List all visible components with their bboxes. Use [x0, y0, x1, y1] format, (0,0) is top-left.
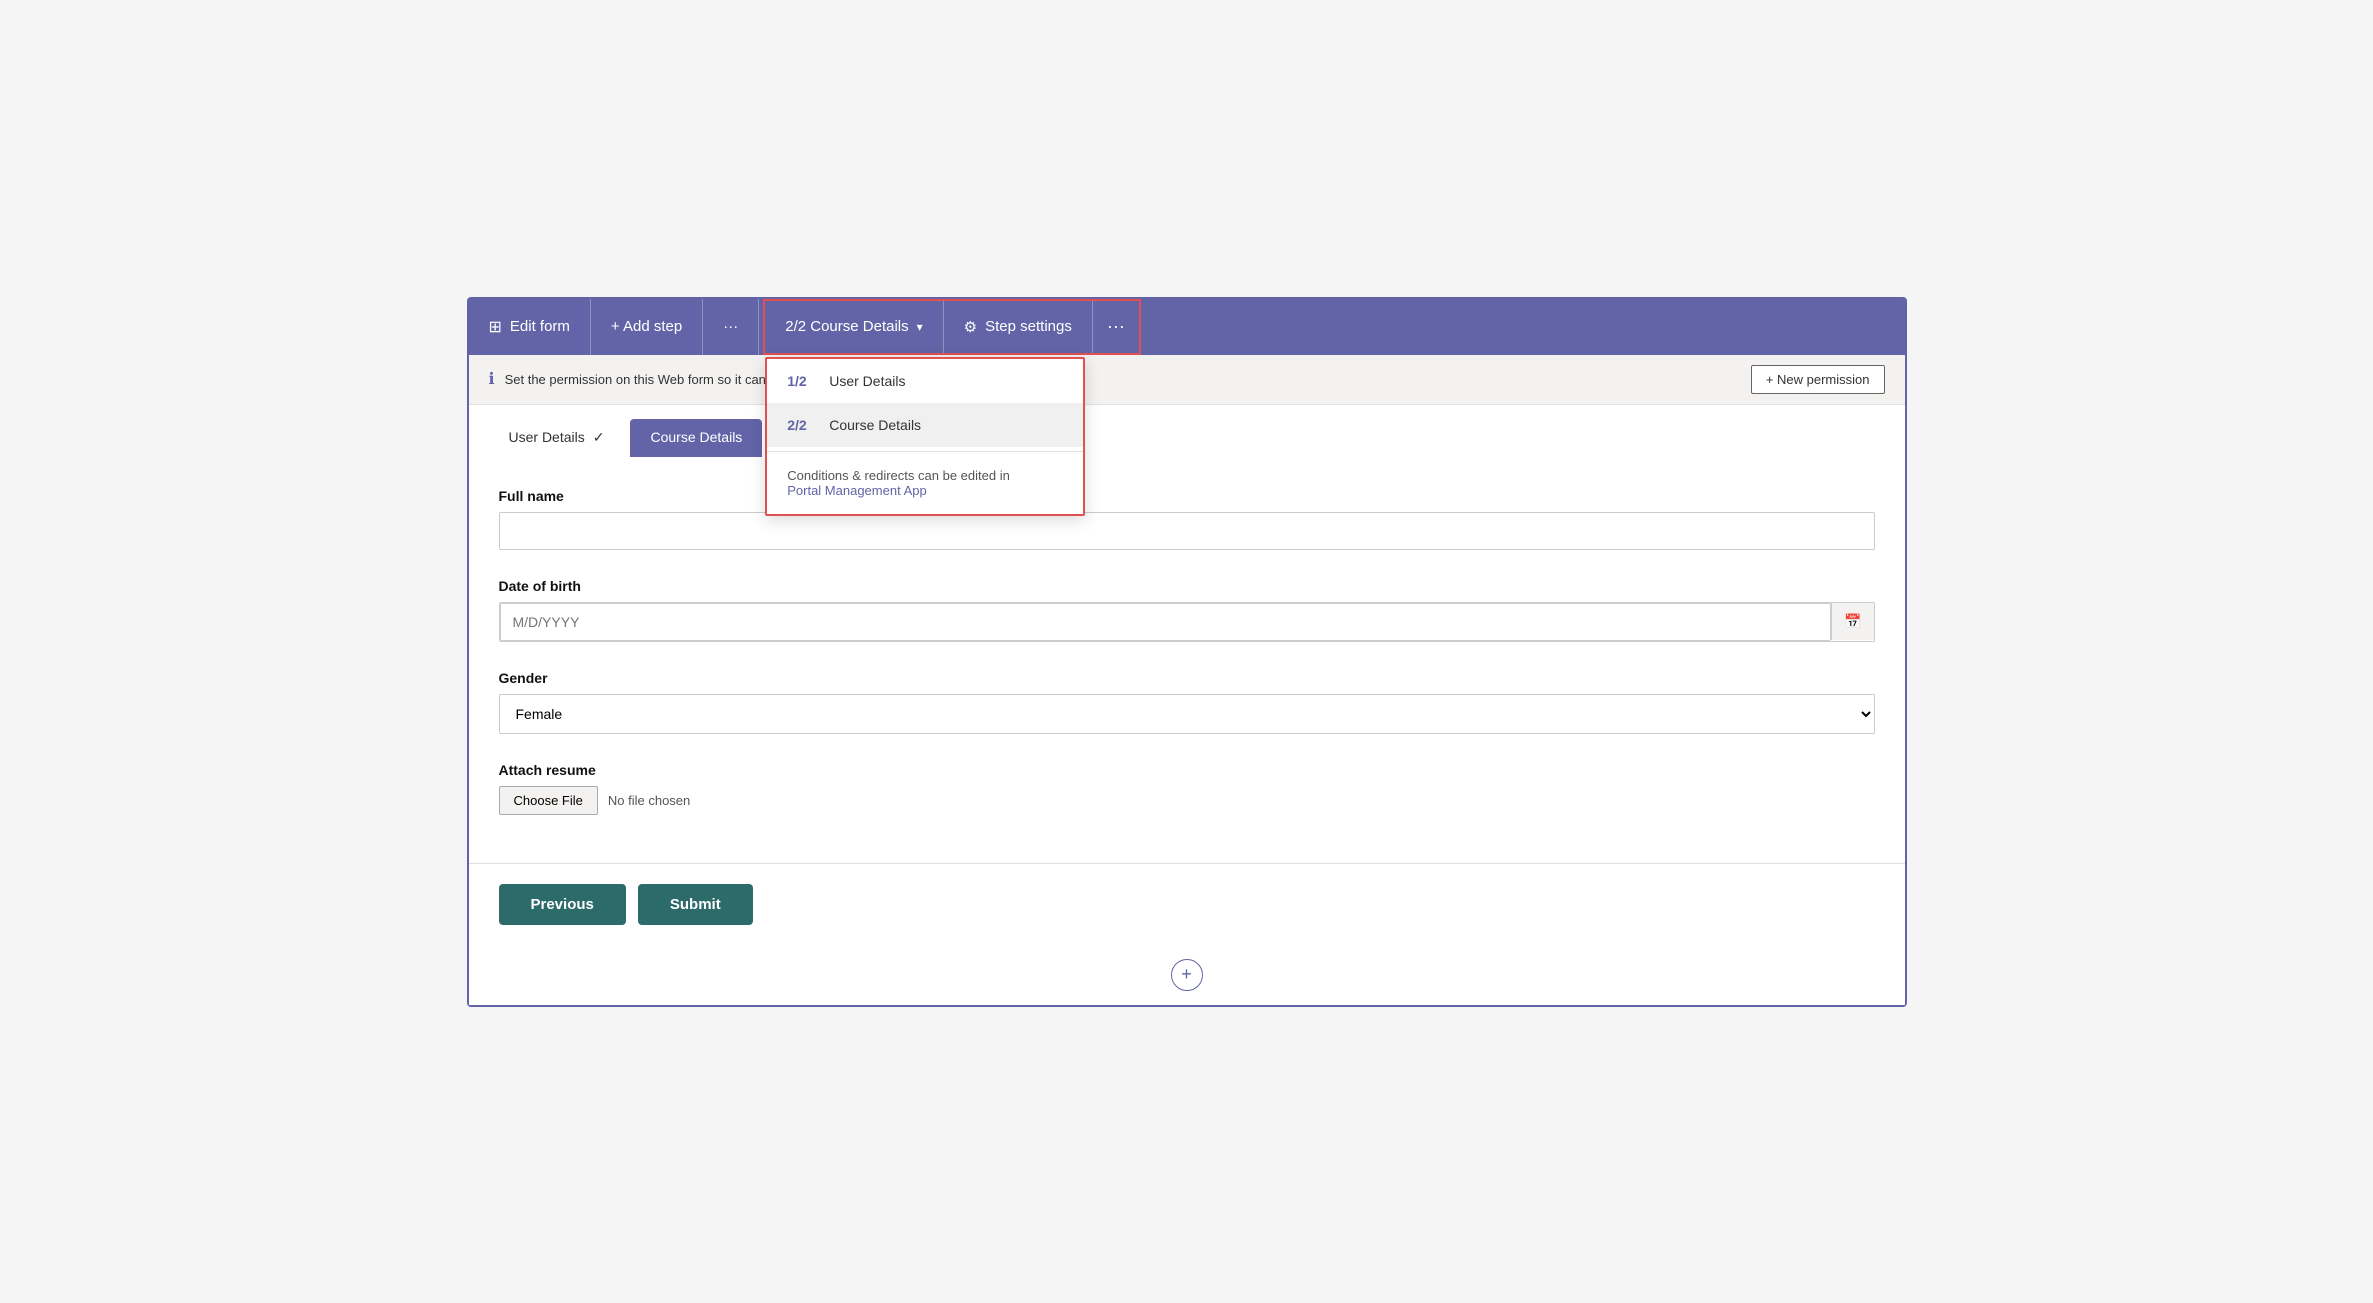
step-more-button[interactable]: ··· [1093, 301, 1139, 353]
chevron-down-icon: ▾ [917, 320, 923, 334]
add-step-circle-button[interactable]: + [1171, 959, 1203, 991]
form-builder-container: ⊞ Edit form + Add step ··· 2/2 Course De… [467, 297, 1907, 1007]
dropdown-item-user-details[interactable]: 1/2 User Details [767, 359, 1083, 403]
calendar-icon: 📅 [1831, 603, 1873, 640]
step-tabs: User Details ✓ Course Details [469, 405, 1905, 458]
form-area: Full name Date of birth 📅 Gender Female … [469, 458, 1905, 863]
info-icon: ℹ [489, 369, 495, 389]
step-dropdown-button[interactable]: 2/2 Course Details ▾ [765, 301, 943, 353]
form-bottom-bar: Previous Submit [469, 863, 1905, 949]
full-name-field: Full name [499, 488, 1875, 550]
new-permission-label: + New permission [1766, 372, 1870, 387]
dropdown-divider [767, 451, 1083, 452]
toolbar: ⊞ Edit form + Add step ··· 2/2 Course De… [469, 299, 1905, 355]
dob-input[interactable] [500, 603, 1832, 641]
permission-bar: ℹ Set the permission on this Web form so… [469, 355, 1905, 405]
add-step-button[interactable]: + Add step [591, 299, 703, 355]
toolbar-left: ⊞ Edit form + Add step ··· [469, 299, 760, 355]
step2-label: Course Details [829, 417, 921, 433]
dropdown-note-text: Conditions & redirects can be edited in [787, 468, 1010, 483]
step-settings-button[interactable]: ⚙ Step settings [944, 301, 1093, 353]
step2-tab-label: Course Details [650, 429, 742, 445]
full-name-input[interactable] [499, 512, 1875, 550]
new-permission-button[interactable]: + New permission [1751, 365, 1885, 394]
step1-number: 1/2 [787, 373, 817, 389]
add-step-circle-area: + [469, 949, 1905, 1005]
toolbar-more-icon: ··· [723, 318, 738, 335]
gear-icon: ⚙ [964, 318, 977, 336]
step-more-icon: ··· [1107, 316, 1125, 337]
attach-label: Attach resume [499, 762, 1875, 778]
dob-field: Date of birth 📅 [499, 578, 1875, 642]
edit-form-icon: ⊞ [489, 317, 502, 337]
step2-number: 2/2 [787, 417, 817, 433]
gender-label: Gender [499, 670, 1875, 686]
step-settings-label: Step settings [985, 318, 1072, 335]
step1-tab-label: User Details [509, 429, 585, 445]
gender-field: Gender Female Male Other Prefer not to s… [499, 670, 1875, 734]
choose-file-button[interactable]: Choose File [499, 786, 598, 815]
permission-text: Set the permission on this Web form so i… [505, 372, 1741, 387]
step1-label: User Details [829, 373, 905, 389]
choose-file-label: Choose File [514, 793, 583, 808]
step-dropdown-menu: 1/2 User Details 2/2 Course Details Cond… [765, 357, 1085, 516]
toolbar-right: 2/2 Course Details ▾ ⚙ Step settings ···… [759, 299, 1141, 355]
dropdown-item-course-details[interactable]: 2/2 Course Details [767, 403, 1083, 447]
portal-management-link[interactable]: Portal Management App [787, 483, 926, 498]
check-icon: ✓ [593, 429, 605, 446]
edit-form-label: Edit form [510, 318, 570, 335]
add-step-circle-icon: + [1181, 964, 1192, 985]
full-name-label: Full name [499, 488, 1875, 504]
previous-button[interactable]: Previous [499, 884, 626, 925]
attach-resume-field: Attach resume Choose File No file chosen [499, 762, 1875, 815]
toolbar-more-button[interactable]: ··· [703, 299, 759, 355]
gender-select[interactable]: Female Male Other Prefer not to say [499, 694, 1875, 734]
submit-button[interactable]: Submit [638, 884, 753, 925]
file-row: Choose File No file chosen [499, 786, 1875, 815]
dob-label: Date of birth [499, 578, 1875, 594]
add-step-label: + Add step [611, 318, 682, 335]
no-file-text: No file chosen [608, 793, 690, 808]
tab-course-details[interactable]: Course Details [630, 419, 762, 457]
submit-label: Submit [670, 896, 721, 913]
previous-label: Previous [531, 896, 594, 913]
step-dropdown-label: 2/2 Course Details [785, 318, 908, 335]
edit-form-button[interactable]: ⊞ Edit form [469, 299, 591, 355]
step-dropdown-container: 2/2 Course Details ▾ ⚙ Step settings ···… [763, 299, 1141, 355]
dropdown-note: Conditions & redirects can be edited in … [767, 456, 1083, 514]
tab-user-details[interactable]: User Details ✓ [489, 419, 625, 458]
dob-input-wrapper: 📅 [499, 602, 1875, 642]
